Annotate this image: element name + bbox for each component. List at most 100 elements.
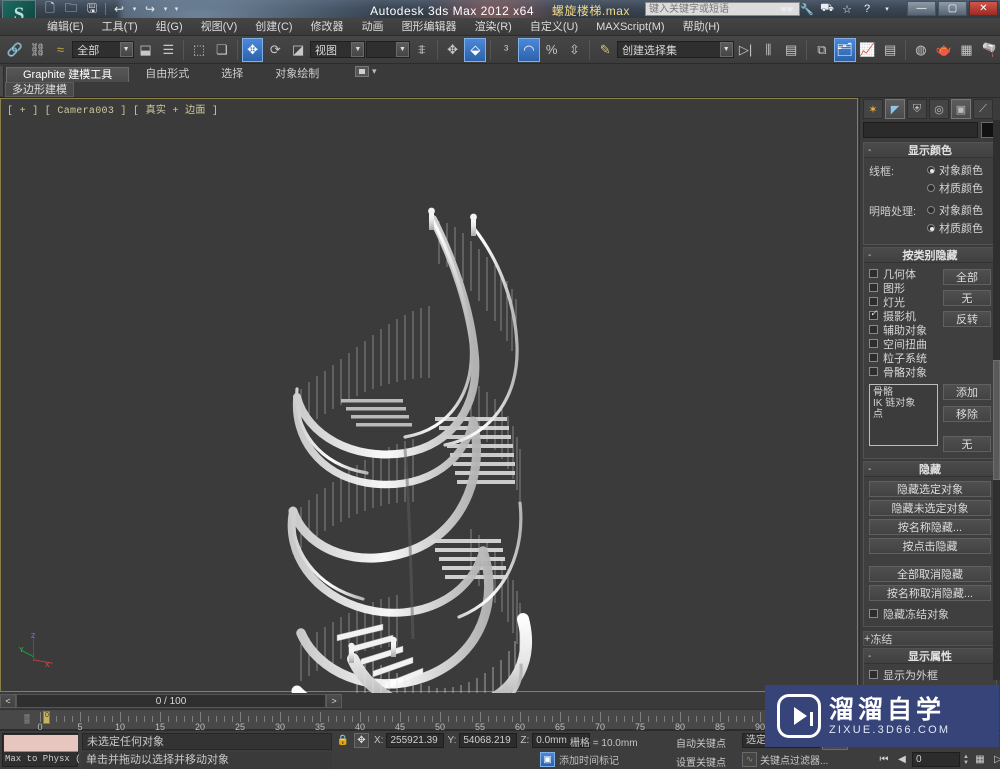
wireframe-object-color-radio[interactable]: 对象颜色 xyxy=(927,162,983,178)
viewport[interactable]: [ + ] [ Camera003 ] [ 真实 + 边面 ] Z Y X xyxy=(0,98,858,693)
display-tab[interactable]: ▣ xyxy=(951,99,971,119)
named-selection-set-combo[interactable]: 创建选择集 ▼ xyxy=(617,41,734,58)
unhide-all-button[interactable]: 全部取消隐藏 xyxy=(869,566,991,582)
maximize-button[interactable]: ▢ xyxy=(938,1,967,16)
key-filters-group[interactable]: ∿ 关键点过滤器... xyxy=(742,752,828,767)
customize-qat-icon[interactable]: ▾ xyxy=(171,1,182,17)
help-dropdown-icon[interactable]: ▾ xyxy=(879,1,895,17)
coord-field-x[interactable]: 255921.39 xyxy=(386,733,445,748)
command-panel-scrollbar[interactable] xyxy=(993,120,1000,680)
remove-button[interactable]: 移除 xyxy=(943,406,991,422)
angle-snap-icon[interactable]: ◠ xyxy=(518,37,540,62)
collapse-toggle-icon[interactable]: - xyxy=(868,145,871,156)
binoculars-icon[interactable]: 🕶 xyxy=(779,1,795,17)
previous-frame-arrow[interactable]: < xyxy=(0,694,16,708)
next-frame-arrow[interactable]: > xyxy=(326,694,342,708)
collapse-toggle-icon[interactable]: - xyxy=(868,464,871,475)
rollout-display-properties-header[interactable]: - 显示属性 xyxy=(864,649,996,664)
tab-selection[interactable]: 选择 xyxy=(205,67,259,82)
list-item[interactable]: IK 链对象 xyxy=(873,398,934,409)
none-button[interactable]: 无 xyxy=(943,290,991,306)
track-bar[interactable]: ▤ ▤ 0 5 10 15 20 25 30 35 40 45 50 55 60 65 70 75 80 85 90 … xyxy=(0,709,858,732)
menu-item-customize[interactable]: 自定义(U) xyxy=(521,18,587,36)
tab-object-paint[interactable]: 对象绘制 xyxy=(259,67,335,82)
clear-none-button[interactable]: 无 xyxy=(943,436,991,452)
ribbon-panel-polygon-modeling[interactable]: 多边形建模 xyxy=(5,82,74,97)
key-mode-icon[interactable]: ▦ xyxy=(972,752,988,767)
chevron-down-icon[interactable]: ▾ xyxy=(372,66,377,77)
chevron-down-icon[interactable]: ▼ xyxy=(719,42,733,57)
schematic-view-icon[interactable]: ▤ xyxy=(879,38,901,62)
ribbon-grip[interactable] xyxy=(0,66,4,96)
hide-selected-button[interactable]: 隐藏选定对象 xyxy=(869,481,991,497)
max-to-physx-panel[interactable]: Max to Physx ( xyxy=(2,733,81,767)
menu-item-edit[interactable]: 编辑(E) xyxy=(38,18,93,36)
tab-graphite-modeling-tools[interactable]: Graphite 建模工具 xyxy=(6,67,130,82)
checkbox-geometry[interactable]: 几何体 xyxy=(869,267,939,281)
menu-item-animation[interactable]: 动画 xyxy=(353,18,393,36)
list-item[interactable]: 骨骼 xyxy=(873,387,934,398)
menu-item-tools[interactable]: 工具(T) xyxy=(93,18,147,36)
redo-icon[interactable]: ↪ xyxy=(140,1,160,17)
ribbon-display-mode-icon[interactable] xyxy=(355,66,369,77)
minimize-button[interactable]: — xyxy=(907,1,936,16)
align-dropdown-icon[interactable]: ▤ xyxy=(780,38,802,62)
render-production-icon[interactable]: 🫗 xyxy=(978,38,1000,62)
select-and-manipulate-icon[interactable]: ✥ xyxy=(442,38,464,62)
collapse-toggle-icon[interactable]: - xyxy=(868,250,871,261)
mirror-icon[interactable]: ▷| xyxy=(735,38,757,62)
modify-tab[interactable]: ◤ xyxy=(885,99,905,119)
subscription-icon[interactable]: ⛟ xyxy=(819,1,835,17)
material-editor-icon[interactable]: ◍ xyxy=(910,38,932,62)
create-tab[interactable]: ✶ xyxy=(863,99,883,119)
undo-icon[interactable]: ↩ xyxy=(109,1,129,17)
rectangle-select-region-icon[interactable]: ⬚ xyxy=(188,38,210,62)
coord-field-y[interactable]: 54068.219 xyxy=(459,733,518,748)
percent-snap-icon[interactable]: % xyxy=(541,38,563,62)
checkbox-display-as-box[interactable]: 显示为外框 xyxy=(869,668,991,682)
all-button[interactable]: 全部 xyxy=(943,269,991,285)
shaded-object-color-radio[interactable]: 对象颜色 xyxy=(927,202,983,218)
snap-toggle-icon[interactable]: ⬙ xyxy=(464,37,487,62)
select-and-rotate-icon[interactable]: ⟳ xyxy=(264,38,286,62)
collapse-toggle-icon[interactable]: - xyxy=(868,651,871,662)
ribbon-toggle-icon[interactable]: 🗂 xyxy=(833,37,856,62)
favorites-star-icon[interactable]: ☆ xyxy=(839,1,855,17)
render-setup-icon[interactable]: 🫖 xyxy=(933,38,955,62)
wireframe-material-color-radio[interactable]: 材质颜色 xyxy=(927,180,983,196)
add-time-tag-icon[interactable]: ▣ xyxy=(540,752,555,767)
play-animation-icon[interactable]: ▷ xyxy=(990,752,1000,767)
new-file-icon[interactable]: 🗋 xyxy=(40,1,60,17)
ribbon-minimize-control[interactable]: ▾ xyxy=(355,66,377,77)
menu-item-help[interactable]: 帮助(H) xyxy=(674,18,729,36)
wrench-icon[interactable]: 🔧 xyxy=(799,1,815,17)
menu-item-views[interactable]: 视图(V) xyxy=(192,18,247,36)
hide-unselected-button[interactable]: 隐藏未选定对象 xyxy=(869,500,991,516)
close-button[interactable]: ✕ xyxy=(969,1,998,16)
track-bar-ruler[interactable]: 0 5 10 15 20 25 30 35 40 45 50 55 60 65 70 75 80 85 90 xyxy=(37,710,858,732)
frame-spinner[interactable]: ▲ ▼ xyxy=(962,752,970,767)
menu-item-graph-editors[interactable]: 图形编辑器 xyxy=(393,18,466,36)
undo-dropdown-icon[interactable]: ▾ xyxy=(130,1,139,17)
tab-freeform[interactable]: 自由形式 xyxy=(129,67,205,82)
checkbox-helpers[interactable]: 辅助对象 xyxy=(869,323,939,337)
menu-item-group[interactable]: 组(G) xyxy=(147,18,192,36)
window-crossing-icon[interactable]: ❏ xyxy=(211,38,233,62)
checkbox-bone-objects[interactable]: 骨骼对象 xyxy=(869,365,939,379)
snap-3d-icon[interactable]: ³ xyxy=(495,38,517,62)
list-item[interactable]: 点 xyxy=(873,409,934,420)
previous-frame-icon[interactable]: ◀ xyxy=(894,752,910,767)
checkbox-cameras[interactable]: 摄影机 xyxy=(869,308,939,323)
bind-space-warp-icon[interactable]: ≈ xyxy=(50,38,72,62)
hide-by-name-button[interactable]: 按名称隐藏... xyxy=(869,519,991,535)
add-time-tag-group[interactable]: ▣ 添加时间标记 xyxy=(540,752,619,767)
menu-item-maxscript[interactable]: MAXScript(M) xyxy=(587,18,673,36)
checkbox-shapes[interactable]: 图形 xyxy=(869,281,939,295)
checkbox-particle-systems[interactable]: 粒子系统 xyxy=(869,351,939,365)
menu-item-rendering[interactable]: 渲染(R) xyxy=(466,18,521,36)
spinner-snap-icon[interactable]: ⇳ xyxy=(564,38,586,62)
select-and-scale-icon[interactable]: ◪ xyxy=(287,38,309,62)
application-menu-button[interactable]: S xyxy=(2,0,36,18)
select-link-icon[interactable]: 🔗 xyxy=(4,38,26,62)
shaded-material-color-radio[interactable]: 材质颜色 xyxy=(927,220,983,236)
